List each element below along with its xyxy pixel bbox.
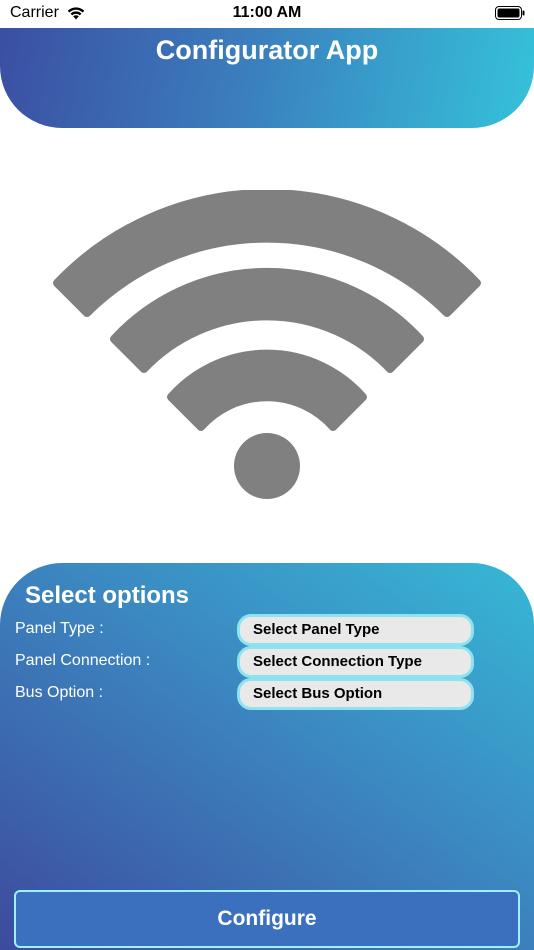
panel-connection-label: Panel Connection : xyxy=(15,652,151,669)
status-time: 11:00 AM xyxy=(232,4,302,21)
battery-icon xyxy=(495,6,525,20)
bus-option-select[interactable]: Select Bus Option xyxy=(237,678,474,710)
app-header: Configurator App xyxy=(0,28,534,128)
configure-button[interactable]: Configure xyxy=(14,890,520,948)
wifi-icon xyxy=(53,190,481,499)
status-bar: Carrier 11:00 AM xyxy=(0,0,534,28)
panel-type-select[interactable]: Select Panel Type xyxy=(237,614,474,646)
options-title: Select options xyxy=(25,582,190,609)
panel-connection-select[interactable]: Select Connection Type xyxy=(237,646,474,678)
bus-option-label: Bus Option : xyxy=(15,684,104,701)
page-title: Configurator App xyxy=(155,35,379,65)
panel-type-label: Panel Type : xyxy=(15,620,104,637)
